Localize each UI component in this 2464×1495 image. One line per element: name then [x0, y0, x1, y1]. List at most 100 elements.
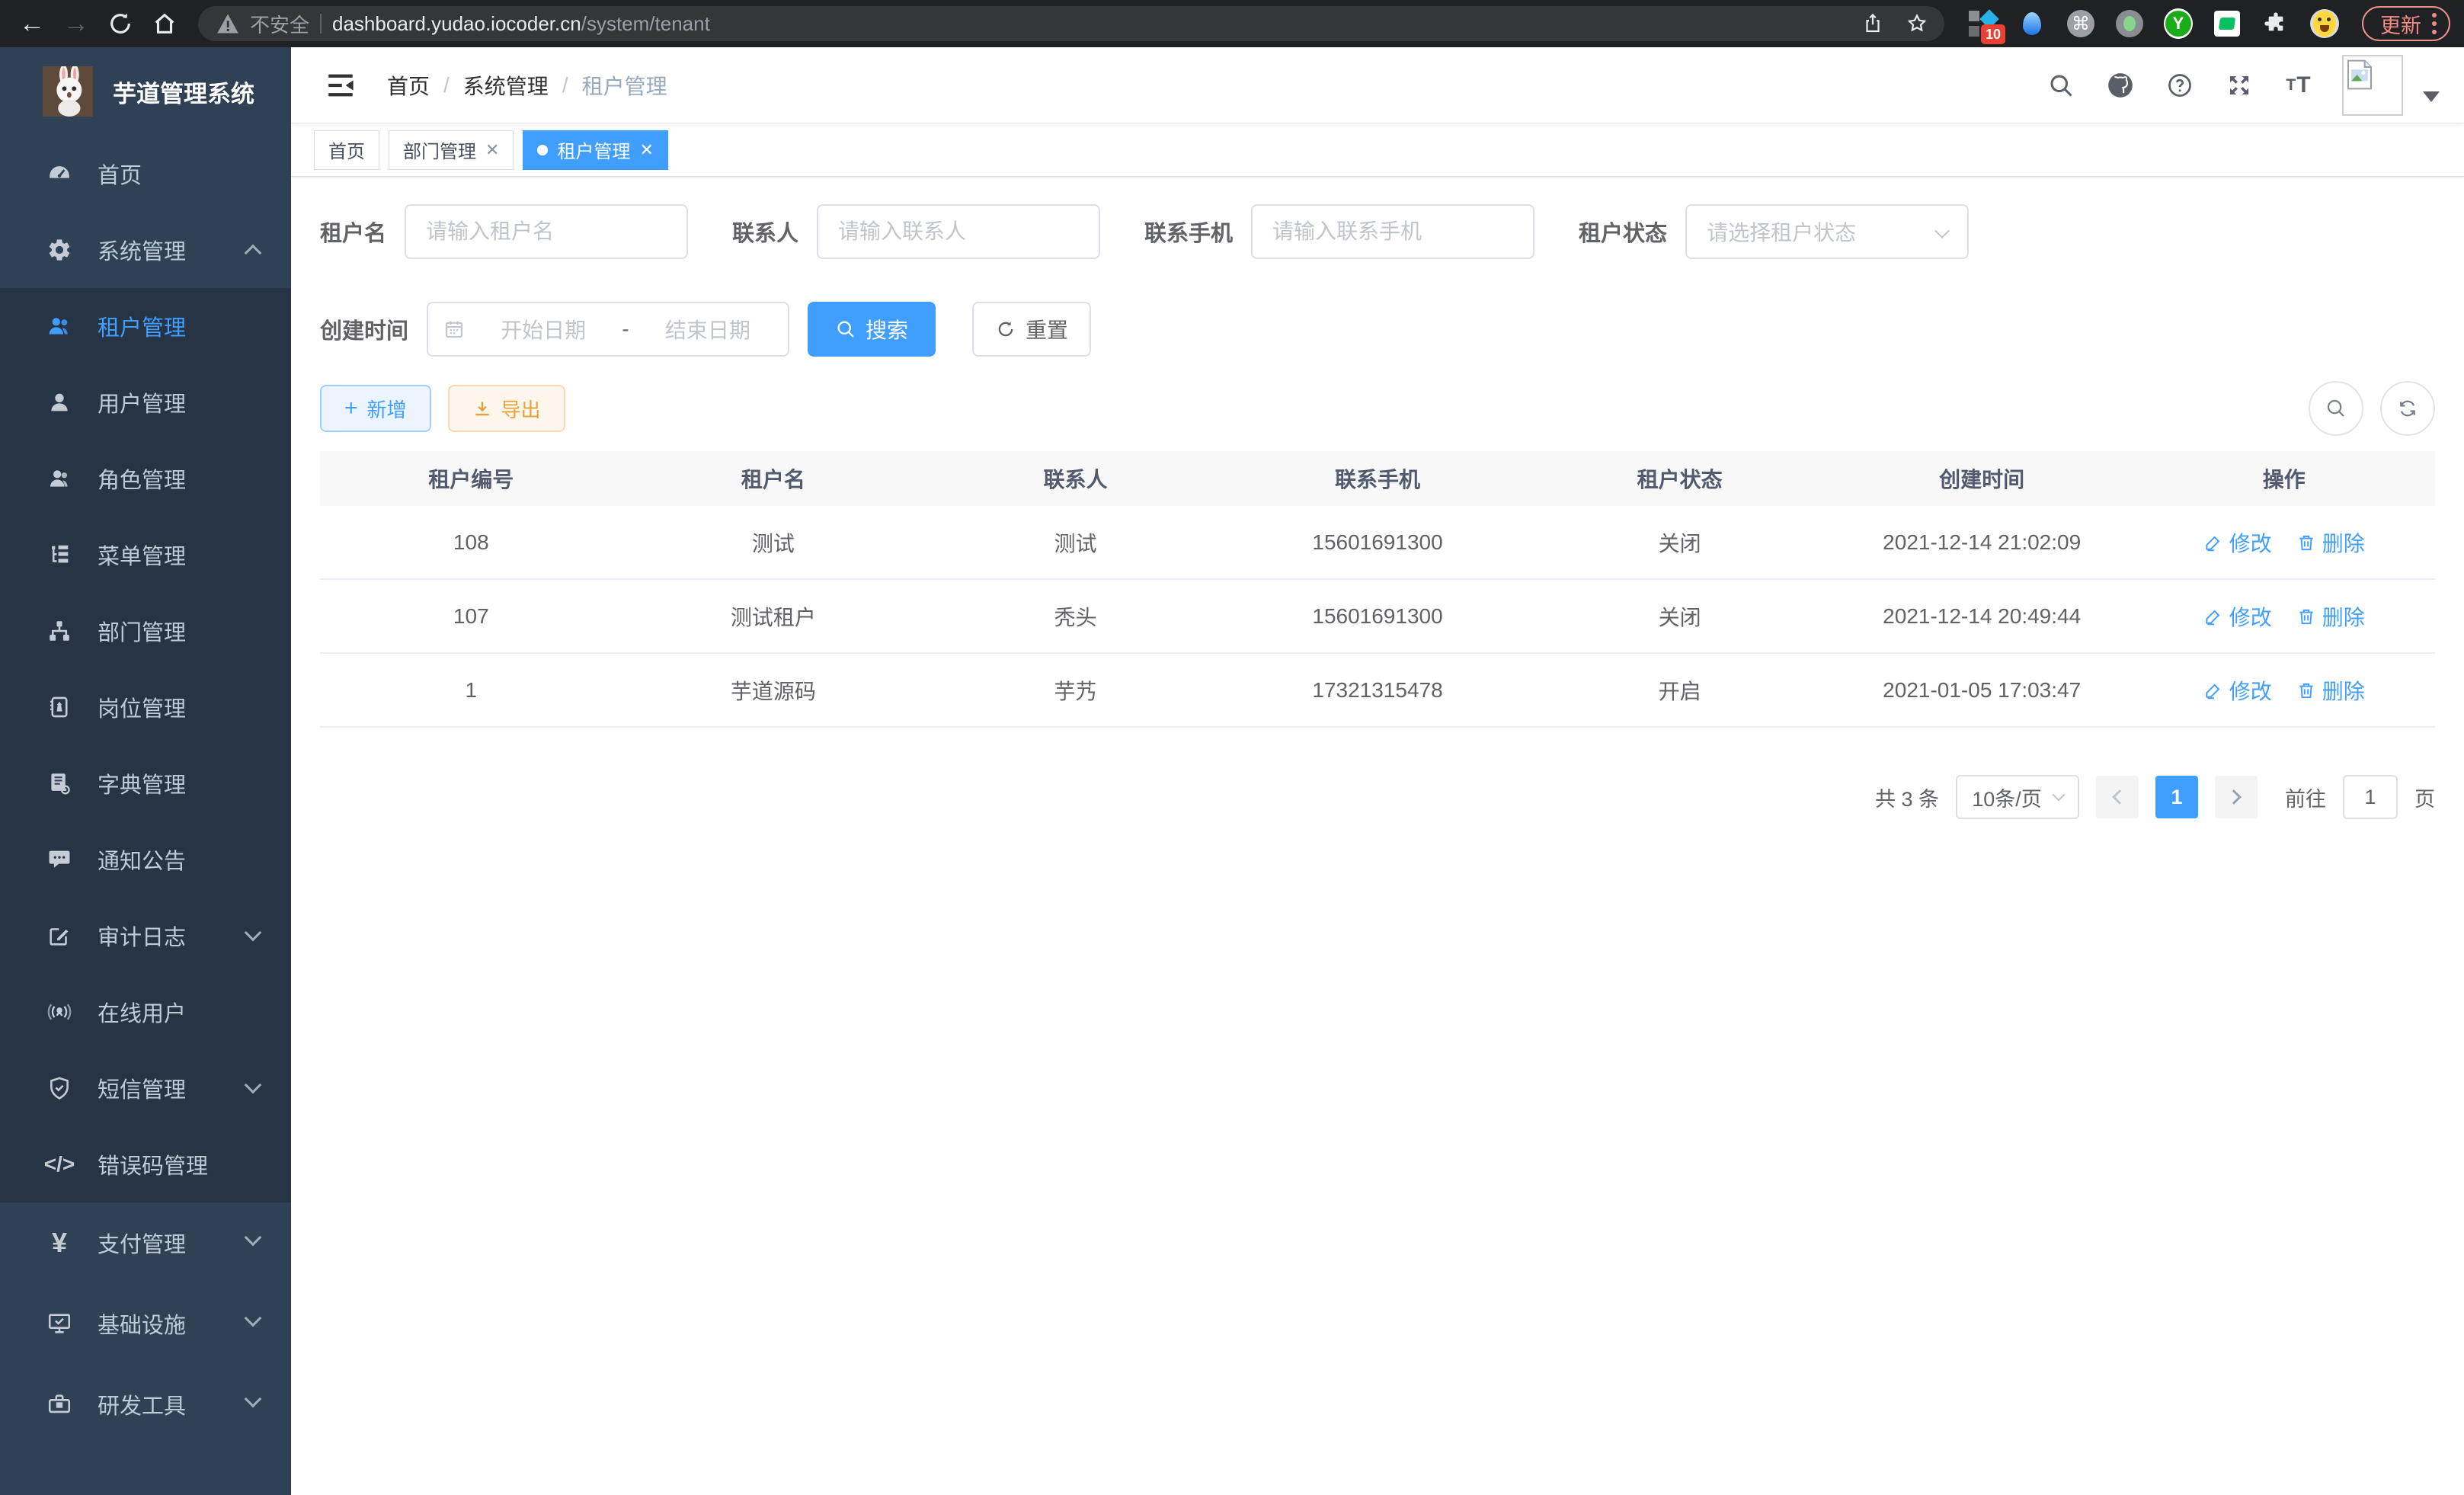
- close-icon[interactable]: ✕: [639, 140, 653, 160]
- share-button[interactable]: [1856, 7, 1890, 40]
- breadcrumb-home[interactable]: 首页: [387, 70, 430, 101]
- sidebar-item-user[interactable]: 用户管理: [0, 364, 291, 440]
- tab-dept[interactable]: 部门管理 ✕: [389, 130, 514, 170]
- sidebar-item-home[interactable]: 首页: [0, 136, 291, 212]
- font-size-button[interactable]: TT: [2275, 62, 2322, 109]
- sidebar-item-online-users[interactable]: 在线用户: [0, 974, 291, 1050]
- extension-y-icon[interactable]: Y: [2164, 9, 2193, 38]
- cell-status: 关闭: [1528, 601, 1831, 632]
- bookmark-button[interactable]: [1900, 7, 1934, 40]
- top-navbar: 首页 / 系统管理 / 租户管理: [291, 47, 2464, 123]
- avatar-caret-icon[interactable]: [2423, 91, 2440, 102]
- tags-view-bar: 首页 部门管理 ✕ 租户管理 ✕: [291, 123, 2464, 177]
- status-select[interactable]: 请选择租户状态: [1685, 204, 1969, 259]
- delete-link[interactable]: 删除: [2296, 675, 2365, 706]
- sidebar-item-role[interactable]: 角色管理: [0, 440, 291, 517]
- chevron-down-icon: [245, 1391, 262, 1408]
- tree-menu-icon: [44, 542, 75, 568]
- refresh-table-button[interactable]: [2380, 381, 2435, 436]
- edit-link[interactable]: 修改: [2203, 527, 2272, 558]
- header-search-button[interactable]: [2037, 62, 2085, 109]
- sidebar-item-post[interactable]: 岗位管理: [0, 669, 291, 745]
- reset-button[interactable]: 重置: [972, 302, 1091, 357]
- github-icon: [2106, 71, 2135, 100]
- plus-icon: +: [344, 397, 358, 420]
- cell-created: 2021-12-14 20:49:44: [1831, 604, 2133, 629]
- browser-reload-button[interactable]: [102, 5, 139, 42]
- tab-home[interactable]: 首页: [314, 130, 379, 170]
- tab-tenant[interactable]: 租户管理 ✕: [523, 130, 667, 170]
- sidebar-item-sms[interactable]: 短信管理: [0, 1050, 291, 1126]
- sidebar-item-label: 角色管理: [98, 463, 186, 495]
- sidebar-item-infra[interactable]: 基础设施: [0, 1283, 291, 1364]
- prev-page-button[interactable]: [2096, 776, 2139, 818]
- column-header: 联系人: [924, 463, 1227, 494]
- page-unit-label: 页: [2414, 783, 2435, 812]
- close-icon[interactable]: ✕: [485, 140, 499, 160]
- fullscreen-button[interactable]: [2216, 62, 2263, 109]
- sidebar-item-audit-log[interactable]: 审计日志: [0, 898, 291, 974]
- browser-home-button[interactable]: [146, 5, 183, 42]
- chevron-left-icon: [2112, 789, 2127, 805]
- github-link-button[interactable]: [2097, 62, 2144, 109]
- sidebar-item-label: 字典管理: [98, 767, 186, 799]
- hamburger-fold-icon: [325, 69, 357, 101]
- extension-command-icon[interactable]: ⌘: [2066, 9, 2095, 38]
- next-page-button[interactable]: [2215, 776, 2258, 818]
- sidebar-item-system[interactable]: 系统管理: [0, 212, 291, 288]
- yen-icon: ¥: [44, 1227, 75, 1259]
- delete-link[interactable]: 删除: [2296, 527, 2365, 558]
- goto-page-input[interactable]: [2343, 775, 2398, 819]
- browser-update-button[interactable]: 更新: [2362, 6, 2450, 41]
- sidebar-item-notice[interactable]: 通知公告: [0, 821, 291, 898]
- end-date-placeholder: 结束日期: [643, 314, 773, 344]
- breadcrumb-system[interactable]: 系统管理: [463, 70, 549, 101]
- update-label: 更新: [2380, 9, 2421, 39]
- extension-recorder-icon[interactable]: [2115, 9, 2144, 38]
- address-bar[interactable]: 不安全 dashboard.yudao.iocoder.cn/system/te…: [198, 6, 1944, 41]
- column-header: 联系手机: [1227, 463, 1529, 494]
- sidebar-item-dev-tools[interactable]: 研发工具: [0, 1364, 291, 1445]
- cell-created: 2021-01-05 17:03:47: [1831, 678, 2133, 703]
- current-page[interactable]: 1: [2155, 776, 2198, 818]
- logo-rabbit-image: [43, 66, 93, 117]
- edit-link[interactable]: 修改: [2203, 601, 2272, 632]
- create-time-range-picker[interactable]: 开始日期 - 结束日期: [427, 302, 789, 357]
- browser-back-button[interactable]: ←: [14, 5, 50, 42]
- security-label[interactable]: 不安全: [250, 10, 309, 38]
- mobile-label: 联系手机: [1144, 216, 1233, 248]
- search-button[interactable]: 搜索: [808, 302, 936, 357]
- sidebar-item-dict[interactable]: 字典管理: [0, 745, 291, 821]
- delete-link[interactable]: 删除: [2296, 601, 2365, 632]
- avatar[interactable]: [2342, 55, 2403, 116]
- mobile-input[interactable]: [1251, 204, 1534, 259]
- profile-avatar-icon[interactable]: [2310, 9, 2339, 38]
- edit-link[interactable]: 修改: [2203, 675, 2272, 706]
- add-button[interactable]: + 新增: [320, 385, 431, 432]
- page-size-select[interactable]: 10条/页: [1956, 775, 2079, 819]
- toggle-search-button[interactable]: [2309, 381, 2363, 436]
- badge-icon: [44, 694, 75, 720]
- url-text[interactable]: dashboard.yudao.iocoder.cn/system/tenant: [332, 12, 1845, 36]
- contact-input[interactable]: [817, 204, 1100, 259]
- extension-tabs-icon[interactable]: 10: [1969, 9, 1998, 38]
- browser-forward-button[interactable]: →: [58, 5, 94, 42]
- tenant-name-input[interactable]: [405, 204, 688, 259]
- extensions-puzzle-icon[interactable]: [2261, 9, 2290, 38]
- sidebar-collapse-button[interactable]: [314, 59, 367, 112]
- sidebar: 芋道管理系统 首页 系统管理: [0, 47, 291, 1495]
- sidebar-item-error-code[interactable]: </> 错误码管理: [0, 1126, 291, 1202]
- browser-menu-kebab-icon[interactable]: [2432, 13, 2437, 34]
- sidebar-item-dept[interactable]: 部门管理: [0, 593, 291, 669]
- sidebar-item-tenant[interactable]: 租户管理: [0, 288, 291, 364]
- help-button[interactable]: [2156, 62, 2203, 109]
- sidebar-logo[interactable]: 芋道管理系统: [0, 47, 291, 136]
- trash-icon: [2296, 533, 2316, 552]
- export-button[interactable]: 导出: [448, 385, 565, 432]
- sidebar-item-pay[interactable]: ¥ 支付管理: [0, 1202, 291, 1283]
- sidebar-item-menu[interactable]: 菜单管理: [0, 517, 291, 593]
- extension-balloon-icon[interactable]: [2018, 9, 2046, 38]
- sidebar-item-label: 租户管理: [98, 310, 186, 342]
- extension-chat-icon[interactable]: [2213, 9, 2242, 38]
- search-icon: [2047, 72, 2075, 99]
